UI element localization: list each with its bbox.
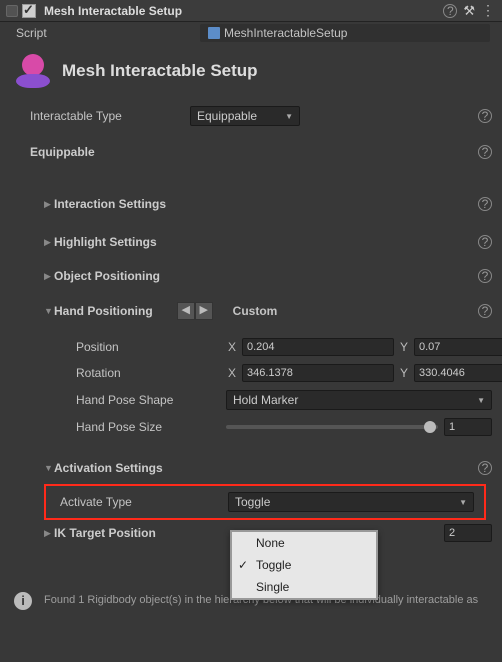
activate-type-popup: None Toggle Single [230,530,378,600]
position-label: Position [76,340,226,354]
object-positioning-label: Object Positioning [54,269,160,283]
hand-pose-shape-row: Hand Pose Shape Hold Marker ▼ [0,386,502,414]
chevron-right-icon: ▶ [44,199,54,210]
help-icon[interactable]: ? [478,461,492,475]
y-label: Y [398,340,410,354]
chevron-right-icon: ▶ [44,528,54,539]
equippable-title: Equippable [30,145,95,159]
interaction-settings-label: Interaction Settings [54,197,166,211]
script-value: MeshInteractableSetup [224,26,347,40]
help-icon[interactable]: ? [478,235,492,249]
hand-pose-size-value[interactable] [444,418,492,436]
hand-pose-size-label: Hand Pose Size [76,420,226,434]
activation-settings-header[interactable]: ▼ Activation Settings ? [0,456,502,480]
info-icon: i [14,592,32,610]
highlight-settings-label: Highlight Settings [54,235,157,249]
chevron-right-icon: ▶ [44,271,54,282]
highlight-activate-type: Activate Type Toggle ▼ [44,484,486,520]
hand-pose-shape-dropdown[interactable]: Hold Marker ▼ [226,390,492,410]
help-icon[interactable]: ? [478,269,492,283]
ik-target-position-label: IK Target Position [54,526,156,540]
help-icon[interactable]: ? [443,4,457,18]
hand-positioning-mode: Custom [233,304,278,318]
help-icon[interactable]: ? [478,197,492,211]
object-positioning-header[interactable]: ▶ Object Positioning ? [0,264,502,288]
script-row: Script MeshInteractableSetup [0,22,502,44]
presets-icon[interactable]: ⚒ [463,3,475,19]
rotation-label: Rotation [76,366,226,380]
activation-settings-label: Activation Settings [54,461,163,475]
chevron-right-icon: ▶ [44,237,54,248]
help-icon[interactable]: ? [478,109,492,123]
hand-positioning-header[interactable]: ▼ Hand Positioning ◀ ▶ Custom ? [0,298,502,324]
hand-pose-shape-label: Hand Pose Shape [76,393,226,407]
slider-thumb[interactable] [424,421,436,433]
activate-type-dropdown[interactable]: Toggle ▼ [228,492,474,512]
interactable-type-dropdown[interactable]: Equippable ▼ [190,106,300,126]
chevron-down-icon: ▼ [477,396,485,405]
hand-positioning-label: Hand Positioning [54,304,153,318]
prev-button[interactable]: ◀ [177,302,195,320]
interaction-settings-header[interactable]: ▶ Interaction Settings ? [0,192,502,216]
enabled-checkbox[interactable] [22,4,36,18]
chevron-down-icon: ▼ [44,463,54,473]
position-x-input[interactable] [242,338,394,356]
popup-option-toggle[interactable]: Toggle [232,554,376,576]
interactable-type-row: Interactable Type Equippable ▼ ? [0,102,502,130]
component-large-title: Mesh Interactable Setup [62,61,258,81]
hand-pose-size-row: Hand Pose Size [0,414,502,440]
component-header-bar: Mesh Interactable Setup ? ⚒ ⋮ [0,0,502,22]
popup-option-none[interactable]: None [232,532,376,554]
next-button[interactable]: ▶ [195,302,213,320]
component-icon-small [6,5,18,17]
script-file-icon [208,27,220,39]
equippable-section-header[interactable]: Equippable ? [0,140,502,164]
ik-target-count-input[interactable] [444,524,492,542]
position-y-input[interactable] [414,338,502,356]
help-icon[interactable]: ? [478,145,492,159]
hand-pose-size-slider[interactable] [226,425,438,429]
y-label: Y [398,366,410,380]
x-label: X [226,366,238,380]
component-name: Mesh Interactable Setup [44,4,182,18]
help-icon[interactable]: ? [478,304,492,318]
chevron-down-icon: ▼ [44,306,54,316]
rotation-row: Rotation X Y Z [0,360,502,386]
chevron-down-icon: ▼ [285,112,293,121]
rotation-x-input[interactable] [242,364,394,382]
hand-positioning-nav: ◀ ▶ [177,302,213,320]
script-label: Script [16,26,47,40]
interactable-type-label: Interactable Type [30,109,190,123]
position-row: Position X Y Z [0,334,502,360]
activate-type-row: Activate Type Toggle ▼ [46,488,484,516]
component-large-header: Mesh Interactable Setup [0,44,502,102]
x-label: X [226,340,238,354]
context-menu-icon[interactable]: ⋮ [481,2,496,19]
chevron-down-icon: ▼ [459,498,467,507]
activate-type-label: Activate Type [60,495,228,509]
popup-option-single[interactable]: Single [232,576,376,598]
component-large-icon [14,54,52,88]
rotation-y-input[interactable] [414,364,502,382]
highlight-settings-header[interactable]: ▶ Highlight Settings ? [0,230,502,254]
script-field[interactable]: MeshInteractableSetup [200,24,490,42]
